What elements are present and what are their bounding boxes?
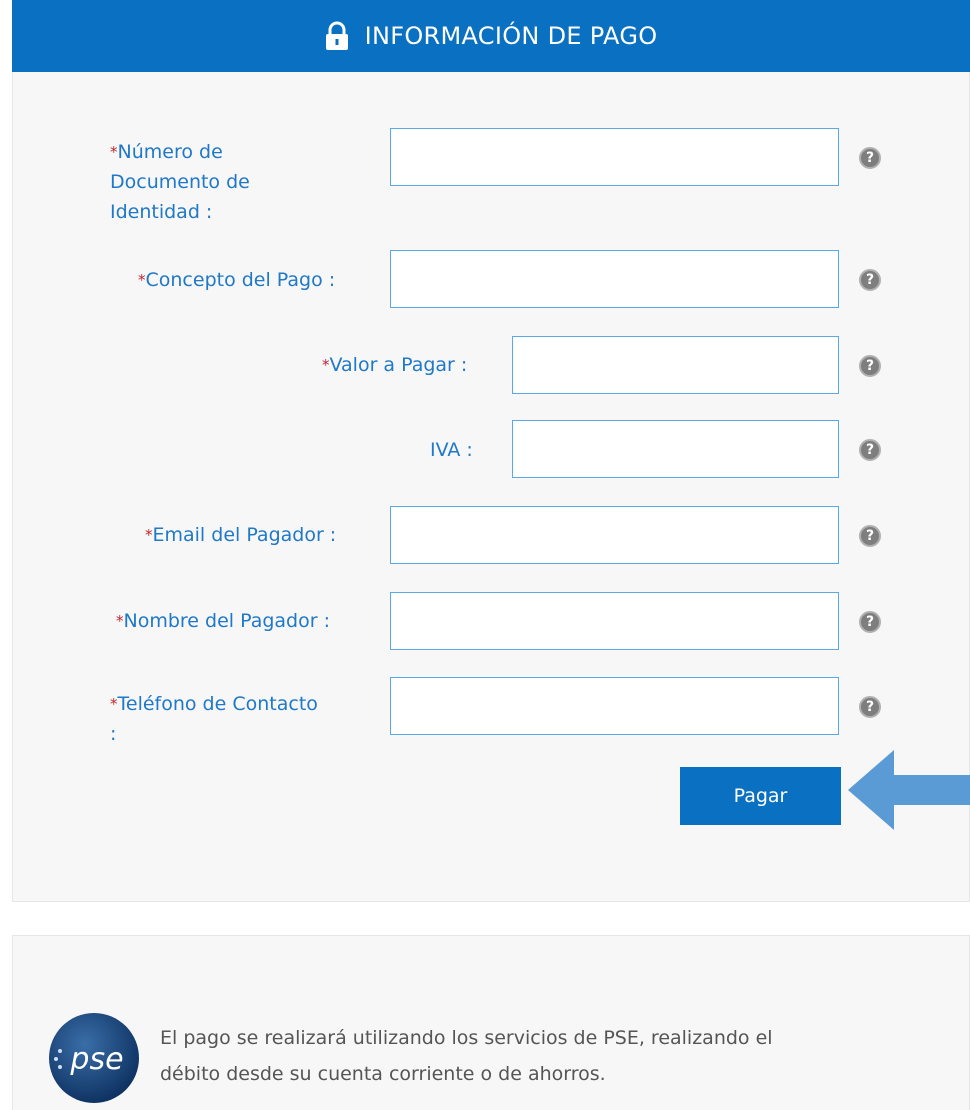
document-number-input[interactable] — [390, 128, 839, 186]
svg-text:pse: pse — [69, 1042, 123, 1077]
pse-logo-icon: pse — [49, 1013, 139, 1103]
payer-name-input[interactable] — [390, 592, 839, 650]
payment-amount-label: *Valor a Pagar : — [322, 354, 468, 376]
arrow-left-icon — [848, 750, 970, 830]
help-icon[interactable]: ? — [859, 611, 881, 633]
payer-email-label: *Email del Pagador : — [145, 524, 337, 546]
help-icon[interactable]: ? — [859, 439, 881, 461]
payment-concept-input[interactable] — [390, 250, 839, 308]
payer-email-input[interactable] — [390, 506, 839, 564]
payment-concept-label: *Concepto del Pago : — [138, 269, 336, 291]
help-icon[interactable]: ? — [859, 269, 881, 291]
help-icon[interactable]: ? — [859, 355, 881, 377]
payer-name-label: *Nombre del Pagador : — [116, 610, 330, 632]
help-icon[interactable]: ? — [859, 696, 881, 718]
pse-info-text: El pago se realizará utilizando los serv… — [160, 1027, 773, 1085]
lock-icon — [325, 21, 348, 50]
pay-button[interactable]: Pagar — [680, 767, 841, 825]
contact-phone-input[interactable] — [390, 677, 839, 735]
document-number-label: *Número de Documento de Identidad : — [110, 141, 250, 223]
page-title: INFORMACIÓN DE PAGO — [364, 22, 658, 50]
help-icon[interactable]: ? — [859, 525, 881, 547]
contact-phone-label: *Teléfono de Contacto : — [110, 693, 318, 745]
iva-input[interactable] — [512, 420, 839, 478]
iva-label: IVA : — [430, 439, 473, 461]
payment-amount-input[interactable] — [512, 336, 839, 394]
help-icon[interactable]: ? — [859, 147, 881, 169]
payment-header: INFORMACIÓN DE PAGO — [12, 0, 970, 72]
